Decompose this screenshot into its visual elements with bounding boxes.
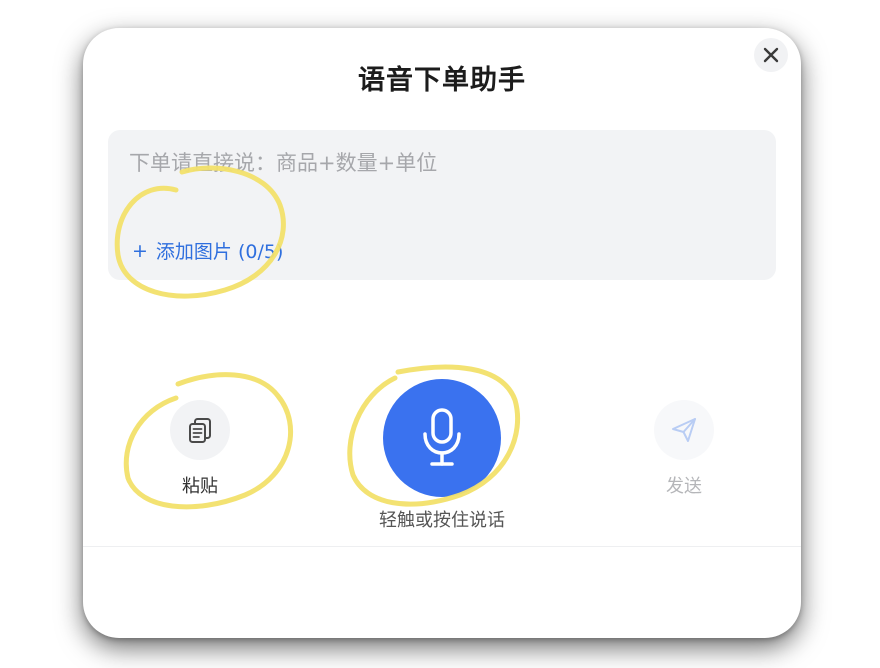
paste-label: 粘贴	[182, 476, 218, 497]
send-icon-circle	[654, 400, 714, 460]
order-text-area[interactable]: 下单请直接说：商品+数量+单位 + 添加图片 (0/5)	[108, 130, 776, 280]
paste-icon-circle	[170, 400, 230, 460]
microphone-hint: 轻触或按住说话	[379, 510, 505, 531]
send-button[interactable]: 发送	[648, 400, 720, 498]
microphone-button[interactable]	[383, 379, 501, 497]
dialog-title: 语音下单助手	[358, 65, 526, 96]
add-image-label: 添加图片 (0/5)	[155, 241, 284, 263]
paste-icon	[189, 418, 211, 443]
add-image-button[interactable]: + 添加图片 (0/5)	[132, 237, 283, 264]
input-placeholder: 下单请直接说：商品+数量+单位	[129, 151, 438, 175]
plus-icon: +	[132, 239, 148, 262]
voice-order-dialog: 语音下单助手 下单请直接说：商品+数量+单位 + 添加图片 (0/5) 粘贴 轻	[83, 28, 801, 638]
bottom-divider	[83, 546, 801, 547]
microphone-icon	[423, 408, 461, 466]
send-icon	[672, 418, 696, 442]
paste-button[interactable]: 粘贴	[167, 400, 233, 498]
send-label: 发送	[666, 476, 702, 497]
